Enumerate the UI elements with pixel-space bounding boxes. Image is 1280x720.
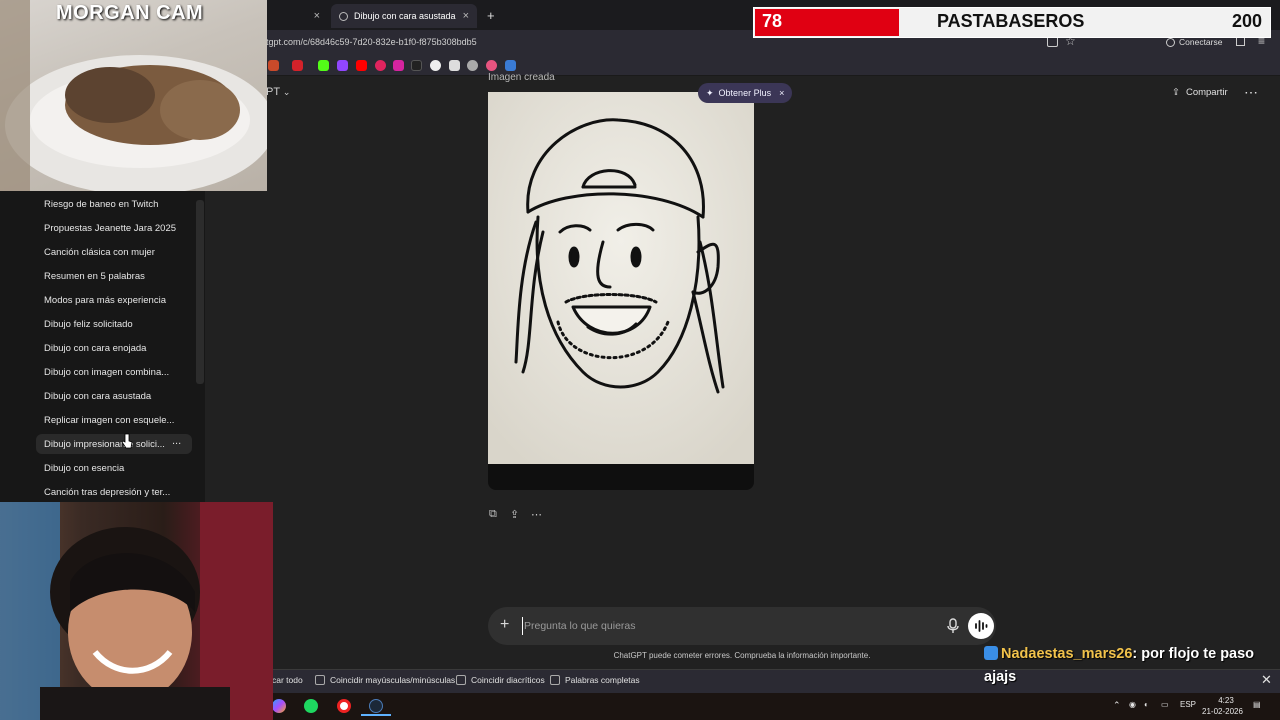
close-icon[interactable]: ×	[463, 10, 469, 22]
bookmark-icon[interactable]	[486, 60, 497, 71]
image-caption: Imagen creada	[488, 72, 555, 83]
chat-message: Nadaestas_mars26: por flojo te paso ajaj…	[984, 643, 1280, 689]
copilot-icon[interactable]	[272, 699, 286, 713]
signin-button[interactable]: Conectarse	[1166, 37, 1222, 47]
highlight-all-option[interactable]: car todo	[272, 675, 303, 685]
chat-username: Nadaestas_mars26	[1001, 646, 1133, 662]
close-icon[interactable]: ×	[314, 10, 320, 22]
discord-tray-icon[interactable]: ◉	[1129, 700, 1136, 709]
bookmark-twitch-icon[interactable]	[337, 60, 348, 71]
notifications-icon[interactable]: ▤	[1253, 700, 1261, 709]
bookmark-gmail-icon[interactable]	[292, 60, 303, 71]
bookmark-icon[interactable]	[430, 60, 441, 71]
tab-previous[interactable]: ×	[268, 4, 328, 28]
share-icon: ⇪	[1172, 87, 1180, 98]
get-plus-button[interactable]: ✦ Obtener Plus ×	[698, 83, 793, 103]
disclaimer-text: ChatGPT puede cometer errores. Comprueba…	[613, 651, 871, 660]
model-selector[interactable]: PT ⌄	[266, 86, 290, 98]
match-diacritics-checkbox[interactable]: Coincidir diacríticos	[456, 675, 545, 685]
sidebar-item[interactable]: Resumen en 5 palabras	[44, 271, 145, 282]
score-right-value: 200	[1232, 11, 1263, 31]
account-icon	[1166, 37, 1175, 47]
upload-icon[interactable]: ⇪	[510, 508, 519, 521]
share-button[interactable]: ⇪ Compartir	[1172, 87, 1228, 98]
url-text[interactable]: tgpt.com/c/68d46c59-7d20-832e-b1f0-f875b…	[266, 37, 477, 47]
clock-date[interactable]: 21-02-2026	[1202, 707, 1243, 716]
discord-icon	[984, 646, 998, 660]
checkbox-icon	[550, 675, 560, 685]
speaker-icon[interactable]: ◐	[1144, 700, 1149, 709]
waveform-icon	[975, 620, 988, 632]
bookmark-kick-icon[interactable]	[318, 60, 329, 71]
tab-title: Dibujo con cara asustada	[354, 11, 456, 21]
match-case-checkbox[interactable]: Coincidir mayúsculas/minúsculas	[315, 675, 455, 685]
sidebar-item[interactable]: Modos para más experiencia	[44, 295, 166, 306]
extensions-icon[interactable]	[1236, 37, 1245, 46]
hand-cursor-icon	[121, 433, 133, 449]
sidebar-item[interactable]: Dibujo con cara enojada	[44, 343, 146, 354]
checkbox-icon	[456, 675, 466, 685]
language-indicator[interactable]: ESP	[1180, 700, 1196, 709]
bookmark-icon[interactable]	[505, 60, 516, 71]
sidebar-item[interactable]: Replicar imagen con esquele...	[44, 415, 174, 426]
more-options-icon[interactable]: ⋯	[531, 508, 542, 521]
chevron-up-icon[interactable]: ⌃	[1113, 700, 1121, 711]
sparkle-icon: ✦	[706, 87, 714, 98]
bookmark-icon[interactable]	[268, 60, 279, 71]
voice-mode-button[interactable]	[968, 613, 994, 639]
active-app-indicator	[361, 714, 391, 716]
network-icon[interactable]: ▭	[1161, 700, 1169, 709]
sidebar-item[interactable]: Dibujo con esencia	[44, 463, 124, 474]
more-options-icon[interactable]: ...	[172, 435, 181, 447]
webcam-bottom	[0, 502, 273, 720]
sidebar-item[interactable]: Dibujo feliz solicitado	[44, 319, 133, 330]
chrome-icon[interactable]	[337, 699, 351, 713]
bookmark-youtube-icon[interactable]	[356, 60, 367, 71]
sidebar-item[interactable]: Riesgo de baneo en Twitch	[44, 199, 158, 210]
bookmark-icon[interactable]	[375, 60, 386, 71]
tab-favicon-icon	[339, 11, 348, 21]
more-options-icon[interactable]: ⋯	[1244, 84, 1258, 101]
streamer-image	[0, 502, 273, 720]
microphone-icon[interactable]	[945, 617, 961, 635]
cartoon-face-drawing	[488, 92, 754, 464]
steam-icon[interactable]	[369, 699, 383, 713]
sidebar-item[interactable]: Propuestas Jeanette Jara 2025	[44, 223, 176, 234]
sidebar-item[interactable]: Dibujo impresionante solici...	[44, 439, 165, 450]
cam-title: MORGAN CAM	[56, 2, 204, 24]
sidebar-item-active[interactable]: Dibujo con cara asustada	[44, 391, 151, 402]
new-tab-icon[interactable]: +	[487, 8, 495, 23]
score-left-value: 78	[762, 11, 783, 31]
cat-in-bed-image	[0, 0, 267, 191]
sidebar-item[interactable]: Dibujo con imagen combina...	[44, 367, 169, 378]
sidebar-item[interactable]: Canción clásica con mujer	[44, 247, 155, 258]
image-footer	[488, 464, 754, 490]
close-icon[interactable]: ×	[779, 88, 784, 98]
checkbox-icon	[315, 675, 325, 685]
tab-active[interactable]: Dibujo con cara asustada ×	[331, 4, 477, 28]
spotify-icon[interactable]	[304, 699, 318, 713]
sidebar-scrollbar[interactable]	[196, 200, 204, 384]
prompt-input[interactable]	[522, 617, 922, 635]
sidebar-item[interactable]: Canción tras depresión y ter...	[44, 487, 170, 498]
bookmark-icon[interactable]	[467, 60, 478, 71]
add-attachment-icon[interactable]: +	[500, 617, 509, 633]
copy-icon[interactable]: ⧉	[489, 508, 497, 521]
bookmark-tiktok-icon[interactable]	[411, 60, 422, 71]
whole-words-checkbox[interactable]: Palabras completas	[550, 675, 640, 685]
generated-image[interactable]	[488, 92, 754, 464]
score-team-name: PASTABASEROS	[937, 11, 1085, 31]
clock-time[interactable]: 4:23	[1214, 696, 1238, 705]
bookmark-icon[interactable]	[449, 60, 460, 71]
webcam-top	[0, 0, 267, 191]
bookmark-instagram-icon[interactable]	[393, 60, 404, 71]
chevron-down-icon: ⌄	[282, 87, 291, 97]
